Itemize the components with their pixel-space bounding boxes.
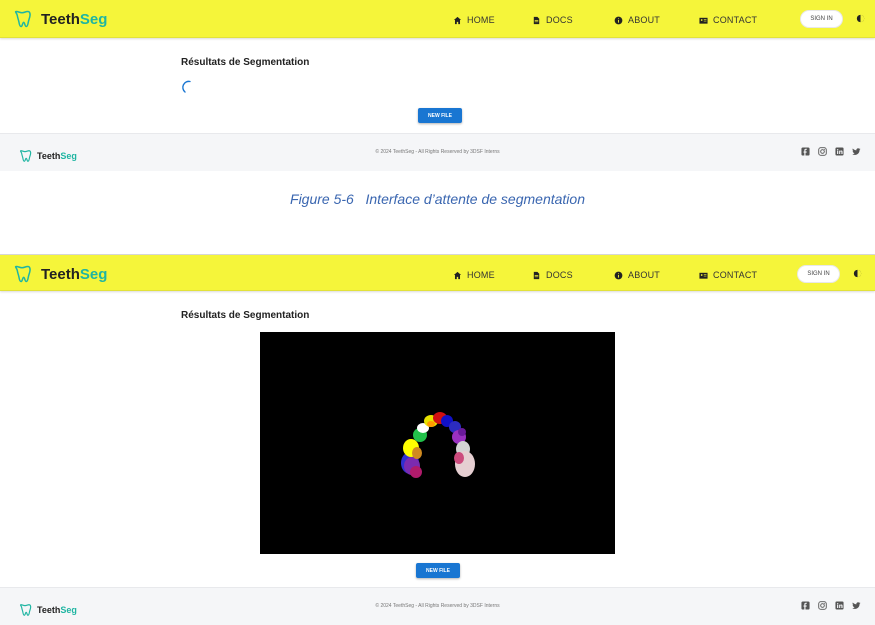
nav-about-label: ABOUT [628, 270, 661, 280]
instagram-icon[interactable] [818, 601, 827, 610]
nav-contact-label: CONTACT [713, 270, 758, 280]
nav-docs-label: DOCS [546, 15, 573, 25]
new-file-button[interactable]: NEW FILE [418, 108, 462, 123]
result-screen: TeethSeg HOME DOCS ABOUT CONTACT SIGN IN… [0, 254, 875, 625]
contact-card-icon [699, 272, 708, 279]
linkedin-icon[interactable] [835, 601, 844, 610]
caption-text: Interface d’attente de segmentation [365, 191, 585, 207]
facebook-icon[interactable] [801, 601, 810, 610]
caption-label: Figure 5-6 [290, 191, 354, 207]
contact-card-icon [699, 17, 708, 24]
document-icon [533, 271, 540, 279]
nav-docs[interactable]: DOCS [532, 268, 573, 282]
nav-docs[interactable]: DOCS [532, 13, 573, 27]
footer: TeethSeg © 2024 TeethSeg - All Rights Re… [0, 133, 875, 171]
nav-docs-label: DOCS [546, 270, 573, 280]
brand-logo[interactable]: TeethSeg [12, 263, 107, 285]
twitter-icon[interactable] [852, 147, 861, 156]
nav-contact-label: CONTACT [713, 15, 758, 25]
navbar: TeethSeg HOME DOCS ABOUT CONTACT SIGN IN [0, 255, 875, 291]
brand-name: TeethSeg [41, 10, 108, 28]
nav-home-label: HOME [467, 15, 495, 25]
nav-home[interactable]: HOME [453, 268, 495, 282]
loading-screen: TeethSeg HOME DOCS ABOUT CONTACT SIGN IN… [0, 0, 875, 172]
footer: TeethSeg © 2024 TeethSeg - All Rights Re… [0, 587, 875, 625]
segmentation-3d-viewer[interactable] [260, 332, 615, 554]
info-icon [614, 16, 623, 24]
brand-logo[interactable]: TeethSeg [12, 8, 107, 30]
info-icon [614, 271, 623, 279]
copyright-text: © 2024 TeethSeg - All Rights Reserved by… [375, 603, 500, 609]
theme-toggle-icon[interactable] [855, 13, 866, 24]
home-icon [453, 271, 462, 279]
copyright-text: © 2024 TeethSeg - All Rights Reserved by… [375, 149, 500, 155]
nav-home[interactable]: HOME [453, 13, 495, 27]
linkedin-icon[interactable] [835, 147, 844, 156]
page-title: Résultats de Segmentation [181, 310, 310, 321]
sign-in-button[interactable]: SIGN IN [801, 11, 842, 27]
dental-arch-model [260, 332, 615, 554]
figure-caption: Figure 5-6 Interface d’attente de segmen… [0, 191, 875, 207]
instagram-icon[interactable] [818, 147, 827, 156]
social-links [801, 147, 861, 156]
page-title: Résultats de Segmentation [181, 57, 310, 68]
facebook-icon[interactable] [801, 147, 810, 156]
brand-name: TeethSeg [41, 265, 108, 283]
navbar: TeethSeg HOME DOCS ABOUT CONTACT SIGN IN [0, 0, 875, 38]
loading-spinner-icon [182, 80, 191, 93]
home-icon [453, 16, 462, 24]
sign-in-button[interactable]: SIGN IN [798, 266, 839, 282]
nav-about-label: ABOUT [628, 15, 661, 25]
nav-home-label: HOME [467, 270, 495, 280]
tooth-icon [14, 265, 31, 283]
nav-about[interactable]: ABOUT [614, 13, 660, 27]
tooth-icon [14, 10, 31, 28]
nav-contact[interactable]: CONTACT [699, 13, 757, 27]
nav-about[interactable]: ABOUT [614, 268, 660, 282]
social-links [801, 601, 861, 610]
theme-toggle-icon[interactable] [852, 268, 863, 279]
new-file-button[interactable]: NEW FILE [416, 563, 460, 578]
twitter-icon[interactable] [852, 601, 861, 610]
nav-contact[interactable]: CONTACT [699, 268, 757, 282]
document-icon [533, 16, 540, 24]
